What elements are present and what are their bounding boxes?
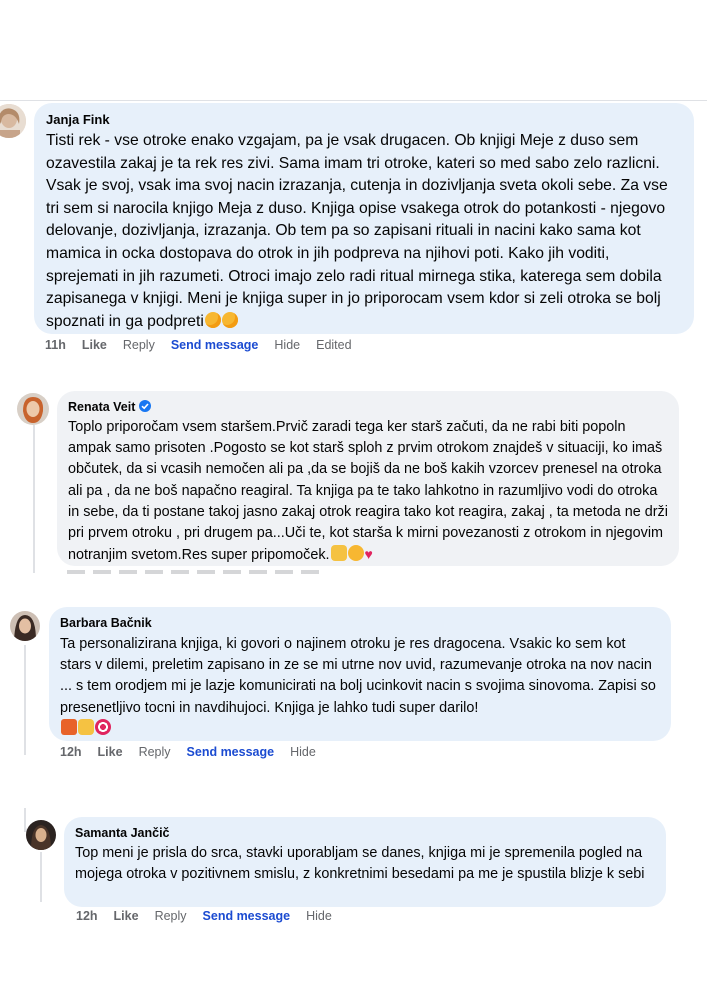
send-message-button[interactable]: Send message: [171, 338, 259, 352]
author-name[interactable]: Renata Veit: [68, 400, 135, 414]
like-button[interactable]: Like: [114, 909, 139, 923]
top-divider: [0, 100, 707, 101]
thread-line: [40, 852, 42, 902]
hide-button[interactable]: Hide: [306, 909, 332, 923]
reply-button[interactable]: Reply: [139, 745, 171, 759]
comment-author[interactable]: Barbara Bačnik: [60, 615, 660, 631]
like-button[interactable]: Like: [98, 745, 123, 759]
comment-text: Top meni je prisla do srca, stavki upora…: [75, 845, 645, 883]
avatar[interactable]: [10, 611, 40, 641]
comment-author[interactable]: Renata Veit: [68, 399, 668, 415]
comment-bubble: Samanta Jančič Top meni je prisla do src…: [64, 817, 666, 907]
gift-icon: [61, 718, 77, 735]
comment-bubble: Janja Fink Tisti rek - vse otroke enako …: [34, 103, 694, 334]
smiling-face-icon: [347, 545, 364, 562]
ok-hand-icon: [330, 545, 347, 562]
verified-badge-icon: [138, 400, 151, 412]
hide-button[interactable]: Hide: [290, 745, 316, 759]
thread-line: [33, 425, 35, 573]
reply-button[interactable]: Reply: [155, 909, 187, 923]
smiling-face-with-hearts-icon: [204, 311, 221, 328]
thumbs-up-icon: [78, 718, 94, 735]
hide-button[interactable]: Hide: [274, 338, 300, 352]
comment-text: Ta personalizirana knjiga, ki govori o n…: [60, 634, 660, 740]
comment-actions: 11h Like Reply Send message Hide Edited: [45, 337, 368, 353]
comment-time[interactable]: 12h: [60, 745, 82, 759]
edited-label: Edited: [316, 338, 352, 352]
comment-text: Toplo priporočam vsem staršem.Prvič zara…: [68, 417, 668, 566]
comment-time[interactable]: 11h: [45, 338, 66, 352]
comment-actions-clipped: [67, 568, 327, 574]
send-message-button[interactable]: Send message: [187, 745, 275, 759]
avatar-photo: [10, 611, 40, 641]
comment-actions: 12h Like Reply Send message Hide: [60, 744, 332, 760]
avatar[interactable]: [0, 104, 26, 138]
avatar[interactable]: [17, 393, 49, 425]
comment-author[interactable]: Janja Fink: [46, 112, 682, 128]
thread-line: [24, 645, 26, 755]
smiling-face-with-hearts-icon: [221, 311, 238, 328]
avatar-photo: [0, 104, 26, 138]
comment-bubble: Barbara Bačnik Ta personalizirana knjiga…: [49, 607, 671, 741]
comment-body: Ta personalizirana knjiga, ki govori o n…: [60, 636, 656, 716]
avatar[interactable]: [26, 820, 56, 850]
red-heart-icon: ♥: [364, 546, 373, 563]
avatar-photo: [26, 820, 56, 850]
comment-author[interactable]: Samanta Jančič: [75, 825, 655, 841]
like-button[interactable]: Like: [82, 338, 107, 352]
comment-time[interactable]: 12h: [76, 909, 98, 923]
comment-bubble: Renata Veit Toplo priporočam vsem starše…: [57, 391, 679, 566]
reply-button[interactable]: Reply: [123, 338, 155, 352]
send-message-button[interactable]: Send message: [203, 909, 291, 923]
comment-body: Toplo priporočam vsem staršem.Prvič zara…: [68, 419, 668, 564]
comment-text: Tisti rek - vse otroke enako vzgajam, pa…: [46, 130, 682, 333]
avatar-photo: [17, 393, 49, 425]
comment-body: Tisti rek - vse otroke enako vzgajam, pa…: [46, 132, 668, 330]
comment-actions: 12h Like Reply Send message Hide: [76, 908, 348, 924]
direct-hit-icon: [95, 718, 111, 735]
